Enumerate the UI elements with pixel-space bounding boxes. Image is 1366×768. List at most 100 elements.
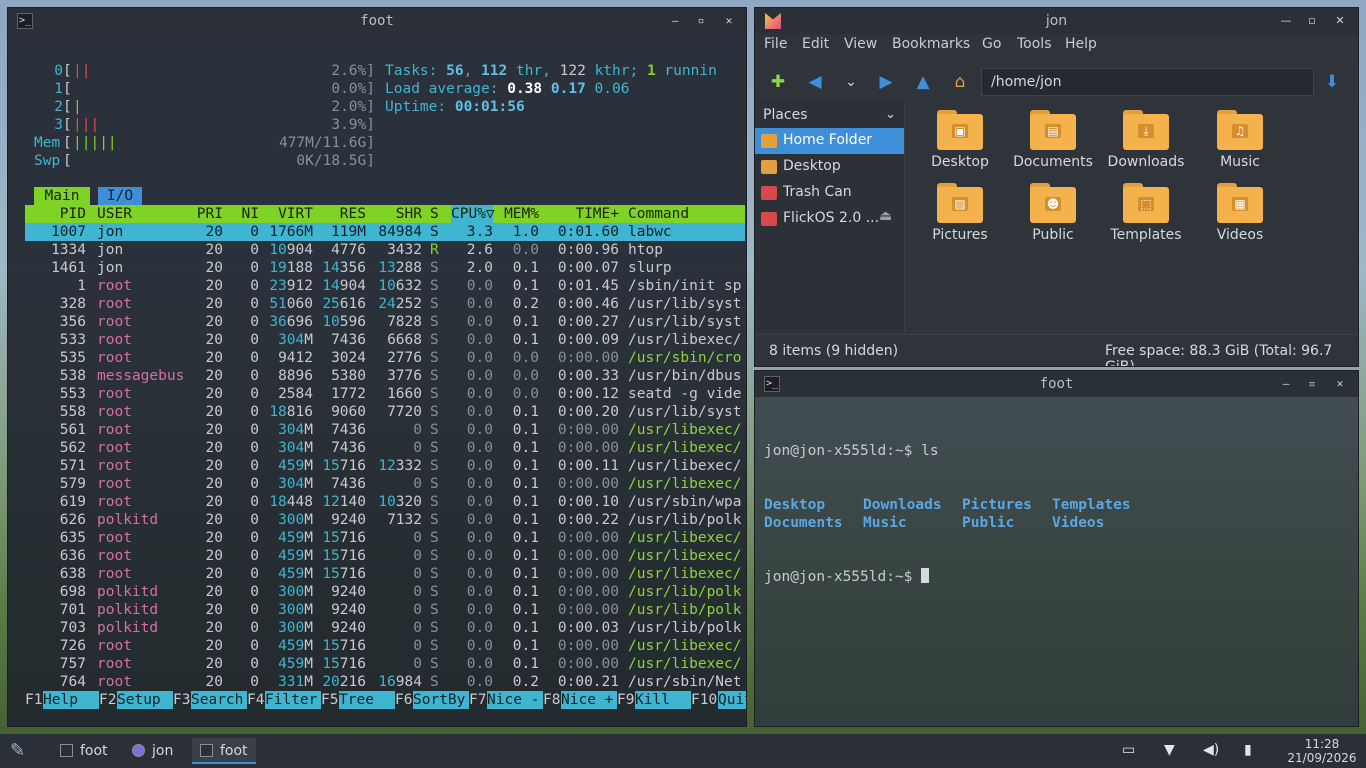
menu-edit[interactable]: Edit	[802, 36, 829, 52]
close-icon[interactable]: ✕	[722, 14, 736, 27]
minimize-icon[interactable]: —	[1279, 377, 1293, 390]
file-item[interactable]: ▨ Pictures	[915, 183, 1005, 253]
process-row[interactable]: 701 polkitd 20 0 300M 9240 0 S 0.0 0.1 0:00.00/usr…	[25, 601, 745, 619]
back-icon[interactable]: ◀	[805, 72, 825, 92]
terminal-window[interactable]: >_ foot — ▫ ✕ jon@jon-x555ld:~$ ls Deskt…	[755, 371, 1358, 726]
minimize-icon[interactable]: —	[1279, 14, 1293, 27]
fkey-f4[interactable]: F4	[247, 691, 264, 709]
process-row[interactable]: 764 root 20 0 331M 20216 16984 S 0.0 0.2 0:00.21/u…	[25, 673, 745, 691]
column-pri[interactable]: PRI	[185, 205, 223, 223]
column-time[interactable]: TIME+	[545, 205, 619, 223]
column-s[interactable]: S	[430, 205, 442, 223]
location-input[interactable]: /home/jon	[981, 68, 1314, 96]
process-row[interactable]: 1 root 20 0 23912 14904 10632 S 0.0 0.1 0:01.45/sb…	[25, 277, 745, 295]
menu-view[interactable]: View	[844, 36, 877, 52]
clock-date[interactable]: 21/09/2026	[1284, 751, 1360, 765]
process-row[interactable]: 638 root 20 0 459M 15716 0 S 0.0 0.1 0:00.00/usr/l…	[25, 565, 745, 583]
fkey-f3[interactable]: F3	[173, 691, 190, 709]
column-mem[interactable]: MEM%	[503, 205, 539, 223]
process-row[interactable]: 533 root 20 0 304M 7436 6668 S 0.0 0.1 0:00.09/usr…	[25, 331, 745, 349]
tab-main[interactable]: Main	[34, 187, 90, 205]
fkey-f5[interactable]: F5	[321, 691, 338, 709]
term-titlebar[interactable]: >_ foot — ▫ ✕	[755, 371, 1358, 397]
process-row[interactable]: 698 polkitd 20 0 300M 9240 0 S 0.0 0.1 0:00.00/usr…	[25, 583, 745, 601]
menu-help[interactable]: Help	[1065, 36, 1097, 52]
file-item[interactable]: ▣ Desktop	[915, 110, 1005, 180]
taskbar-item[interactable]: jon	[124, 738, 181, 764]
tab-io[interactable]: I/O	[98, 187, 142, 205]
menu-tools[interactable]: Tools	[1017, 36, 1052, 52]
fkey-f2[interactable]: F2	[99, 691, 116, 709]
column-res[interactable]: RES	[319, 205, 366, 223]
process-row[interactable]: 1461 jon 20 0 19188 14356 13288 S 2.0 0.1 0:00.07 s…	[25, 259, 745, 277]
file-item[interactable]: ▦ Videos	[1195, 183, 1285, 253]
new-folder-icon[interactable]: ✚	[768, 72, 788, 92]
column-virt[interactable]: VIRT	[265, 205, 313, 223]
menu-file[interactable]: File	[764, 36, 787, 52]
chevron-down-icon[interactable]: ⌄	[885, 107, 896, 122]
history-icon[interactable]: ⌄	[841, 72, 861, 92]
forward-icon[interactable]: ▶	[876, 72, 896, 92]
column-cpu[interactable]: CPU%▽	[451, 205, 495, 223]
place-item[interactable]: Trash Can	[755, 180, 904, 206]
process-row[interactable]: 619 root 20 0 18448 12140 10320 S 0.0 0.1 0:00.10/…	[25, 493, 745, 511]
process-row[interactable]: 356 root 20 0 36696 10596 7828 S 0.0 0.1 0:00.27/u…	[25, 313, 745, 331]
process-row[interactable]: 1334 jon 20 0 10904 4776 3432 R 2.6 0.0 0:00.96 hto…	[25, 241, 745, 259]
column-pid[interactable]: PID	[25, 205, 86, 223]
process-row[interactable]: 328 root 20 0 51060 25616 24252 S 0.0 0.2 0:00.46/…	[25, 295, 745, 313]
menu-go[interactable]: Go	[982, 36, 1001, 52]
file-item[interactable]: ♫ Music	[1195, 110, 1285, 180]
fkey-f8[interactable]: F8	[543, 691, 560, 709]
fkey-label[interactable]: Filter	[265, 691, 321, 709]
battery-icon[interactable]: ▮	[1244, 742, 1252, 758]
fkey-f6[interactable]: F6	[395, 691, 412, 709]
fkey-label[interactable]: Help	[43, 691, 99, 709]
fkey-label[interactable]: Nice +	[561, 691, 617, 709]
fkey-label[interactable]: Quit	[718, 691, 746, 709]
fkey-label[interactable]: Setup	[117, 691, 173, 709]
minimize-icon[interactable]: —	[668, 14, 682, 27]
fkey-f7[interactable]: F7	[469, 691, 486, 709]
htop-titlebar[interactable]: >_ foot — ▫ ✕	[8, 8, 746, 34]
fkey-label[interactable]: Search	[191, 691, 247, 709]
file-item[interactable]: ⬚ Templates	[1101, 183, 1191, 253]
menu-bookmarks[interactable]: Bookmarks	[892, 36, 970, 52]
fkey-label[interactable]: SortBy	[413, 691, 469, 709]
column-ni[interactable]: NI	[229, 205, 259, 223]
column-cmd[interactable]: Command	[628, 205, 746, 223]
process-row[interactable]: 553 root 20 0 2584 1772 1660 S 0.0 0.0 0:00.12 seat…	[25, 385, 745, 403]
clock-time[interactable]: 11:28	[1284, 737, 1360, 751]
place-item[interactable]: FlickOS 2.0 ... ⏏	[755, 206, 904, 232]
volume-icon[interactable]: ◀)	[1203, 742, 1219, 758]
home-icon[interactable]: ⌂	[950, 72, 970, 92]
go-icon[interactable]: ⬇	[1322, 72, 1342, 92]
process-row[interactable]: 757 root 20 0 459M 15716 0 S 0.0 0.1 0:00.00/usr/l…	[25, 655, 745, 673]
process-row[interactable]: 579 root 20 0 304M 7436 0 S 0.0 0.1 0:00.00/usr/li…	[25, 475, 745, 493]
maximize-icon[interactable]: ▫	[1305, 14, 1319, 27]
launcher-icon[interactable]: ✎	[10, 740, 25, 761]
fkey-label[interactable]: Nice -	[487, 691, 543, 709]
process-row[interactable]: 538 messagebus 20 0 8896 5380 3776 S 0.0 0.0 0:00.…	[25, 367, 745, 385]
place-item[interactable]: Home Folder	[755, 128, 904, 154]
taskbar-item[interactable]: foot	[192, 738, 256, 764]
keyboard-icon[interactable]: ▭	[1122, 742, 1135, 758]
fkey-label[interactable]: Kill	[635, 691, 691, 709]
fkey-f10[interactable]: F10	[691, 691, 717, 709]
fkey-label[interactable]: Tree	[339, 691, 395, 709]
fkey-f1[interactable]: F1	[25, 691, 42, 709]
close-icon[interactable]: ✕	[1333, 377, 1347, 390]
file-item[interactable]: ⤓ Downloads	[1101, 110, 1191, 180]
process-row[interactable]: 561 root 20 0 304M 7436 0 S 0.0 0.1 0:00.00/usr/li…	[25, 421, 745, 439]
close-icon[interactable]: ✕	[1333, 14, 1347, 27]
column-user[interactable]: USER	[97, 205, 132, 223]
process-row[interactable]: 1007 jon 20 0 1766M 119M 84984 S 3.3 1.0 0:01.60 la…	[25, 223, 745, 241]
fkey-f9[interactable]: F9	[617, 691, 634, 709]
eject-icon[interactable]: ⏏	[879, 208, 892, 224]
maximize-icon[interactable]: ▫	[1305, 377, 1319, 390]
process-row[interactable]: 726 root 20 0 459M 15716 0 S 0.0 0.1 0:00.00/usr/l…	[25, 637, 745, 655]
file-item[interactable]: ▤ Documents	[1008, 110, 1098, 180]
taskbar-item[interactable]: foot	[52, 738, 116, 764]
process-row[interactable]: 535 root 20 0 9412 3024 2776 S 0.0 0.0 0:00.00/usr…	[25, 349, 745, 367]
file-item[interactable]: ☻ Public	[1008, 183, 1098, 253]
terminal-output[interactable]: jon@jon-x555ld:~$ ls Desktop Downloads Pic…	[764, 406, 1131, 622]
